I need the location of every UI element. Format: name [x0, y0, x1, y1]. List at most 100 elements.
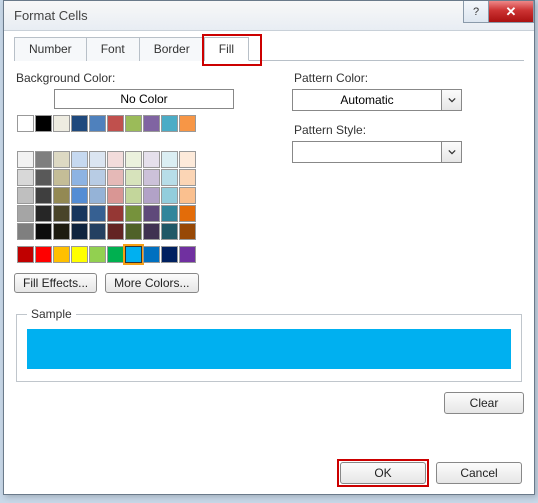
color-swatch[interactable]: [89, 115, 106, 132]
more-colors-button[interactable]: More Colors...: [105, 273, 198, 293]
color-swatch[interactable]: [17, 151, 34, 168]
standard-color-swatch[interactable]: [179, 246, 196, 263]
color-swatch[interactable]: [35, 169, 52, 186]
standard-color-swatch[interactable]: [53, 246, 70, 263]
fill-panel: Background Color: No Color Fill Effects.…: [14, 69, 524, 444]
pattern-style-dropdown[interactable]: [292, 141, 462, 163]
color-swatch[interactable]: [89, 169, 106, 186]
standard-color-swatch[interactable]: [17, 246, 34, 263]
color-swatch[interactable]: [179, 169, 196, 186]
format-cells-dialog: Format Cells ? ✕ Number Font Border Fill…: [3, 0, 535, 495]
window-buttons: ? ✕: [464, 1, 534, 23]
label-pattern-color: Pattern Color:: [294, 71, 524, 85]
color-swatch[interactable]: [71, 151, 88, 168]
color-swatch[interactable]: [35, 151, 52, 168]
color-swatch[interactable]: [125, 115, 142, 132]
color-swatch[interactable]: [53, 187, 70, 204]
color-swatch[interactable]: [143, 187, 160, 204]
color-swatch[interactable]: [17, 115, 34, 132]
dialog-buttons: OK Cancel: [4, 454, 534, 494]
help-button[interactable]: ?: [463, 1, 489, 23]
color-swatch[interactable]: [179, 115, 196, 132]
color-swatch[interactable]: [71, 205, 88, 222]
color-swatch[interactable]: [53, 151, 70, 168]
color-swatch[interactable]: [89, 151, 106, 168]
tab-fill[interactable]: Fill: [205, 37, 249, 61]
label-background-color: Background Color:: [16, 71, 274, 85]
color-swatch[interactable]: [107, 205, 124, 222]
color-swatch[interactable]: [161, 187, 178, 204]
sample-group: Sample: [16, 307, 522, 382]
color-swatch[interactable]: [71, 115, 88, 132]
color-swatch[interactable]: [17, 187, 34, 204]
color-swatch[interactable]: [125, 151, 142, 168]
color-swatch[interactable]: [35, 205, 52, 222]
label-sample: Sample: [27, 307, 76, 321]
color-swatch[interactable]: [107, 223, 124, 240]
standard-color-swatch[interactable]: [35, 246, 52, 263]
tab-strip: Number Font Border Fill: [14, 37, 524, 61]
chevron-down-icon: [441, 90, 461, 110]
color-swatch[interactable]: [53, 223, 70, 240]
titlebar: Format Cells ? ✕: [4, 1, 534, 31]
color-swatch[interactable]: [89, 205, 106, 222]
color-swatch[interactable]: [89, 223, 106, 240]
color-swatch[interactable]: [89, 187, 106, 204]
color-swatch[interactable]: [179, 187, 196, 204]
color-swatch[interactable]: [143, 169, 160, 186]
color-swatch[interactable]: [71, 169, 88, 186]
color-swatch[interactable]: [143, 205, 160, 222]
color-swatch[interactable]: [53, 205, 70, 222]
color-swatch[interactable]: [161, 205, 178, 222]
color-swatch[interactable]: [17, 223, 34, 240]
color-swatch[interactable]: [143, 115, 160, 132]
tab-font[interactable]: Font: [87, 37, 140, 61]
dialog-body: Number Font Border Fill Background Color…: [4, 31, 534, 454]
color-swatch[interactable]: [53, 169, 70, 186]
pattern-color-dropdown[interactable]: Automatic: [292, 89, 462, 111]
standard-color-swatch[interactable]: [125, 246, 142, 263]
color-swatch[interactable]: [107, 169, 124, 186]
color-swatch[interactable]: [161, 115, 178, 132]
color-swatch[interactable]: [143, 151, 160, 168]
color-swatch[interactable]: [17, 205, 34, 222]
color-swatch[interactable]: [107, 151, 124, 168]
fill-effects-button[interactable]: Fill Effects...: [14, 273, 97, 293]
standard-color-swatch[interactable]: [71, 246, 88, 263]
color-swatch[interactable]: [71, 223, 88, 240]
color-swatch[interactable]: [125, 169, 142, 186]
standard-color-swatch[interactable]: [107, 246, 124, 263]
color-swatch[interactable]: [35, 187, 52, 204]
color-swatch[interactable]: [143, 223, 160, 240]
close-button[interactable]: ✕: [488, 1, 534, 23]
color-swatch[interactable]: [179, 205, 196, 222]
standard-color-swatch[interactable]: [89, 246, 106, 263]
no-color-label: No Color: [120, 92, 167, 106]
color-swatch[interactable]: [53, 115, 70, 132]
pattern-section: Pattern Color: Automatic Pattern Style:: [292, 69, 524, 293]
color-swatch[interactable]: [107, 115, 124, 132]
no-color-button[interactable]: No Color: [54, 89, 234, 109]
window-title: Format Cells: [14, 8, 88, 23]
tab-border[interactable]: Border: [140, 37, 205, 61]
ok-button[interactable]: OK: [340, 462, 426, 484]
color-swatch[interactable]: [161, 223, 178, 240]
color-swatch[interactable]: [125, 205, 142, 222]
color-swatch[interactable]: [179, 223, 196, 240]
color-swatch[interactable]: [125, 187, 142, 204]
tab-number[interactable]: Number: [14, 37, 87, 61]
color-swatch[interactable]: [107, 187, 124, 204]
chevron-down-icon: [441, 142, 461, 162]
color-swatch[interactable]: [125, 223, 142, 240]
color-swatch[interactable]: [35, 223, 52, 240]
color-swatch[interactable]: [161, 169, 178, 186]
color-swatch[interactable]: [71, 187, 88, 204]
clear-button[interactable]: Clear: [444, 392, 524, 414]
cancel-button[interactable]: Cancel: [436, 462, 522, 484]
color-swatch[interactable]: [35, 115, 52, 132]
color-swatch[interactable]: [17, 169, 34, 186]
color-swatch[interactable]: [179, 151, 196, 168]
standard-color-swatch[interactable]: [161, 246, 178, 263]
color-swatch[interactable]: [161, 151, 178, 168]
standard-color-swatch[interactable]: [143, 246, 160, 263]
